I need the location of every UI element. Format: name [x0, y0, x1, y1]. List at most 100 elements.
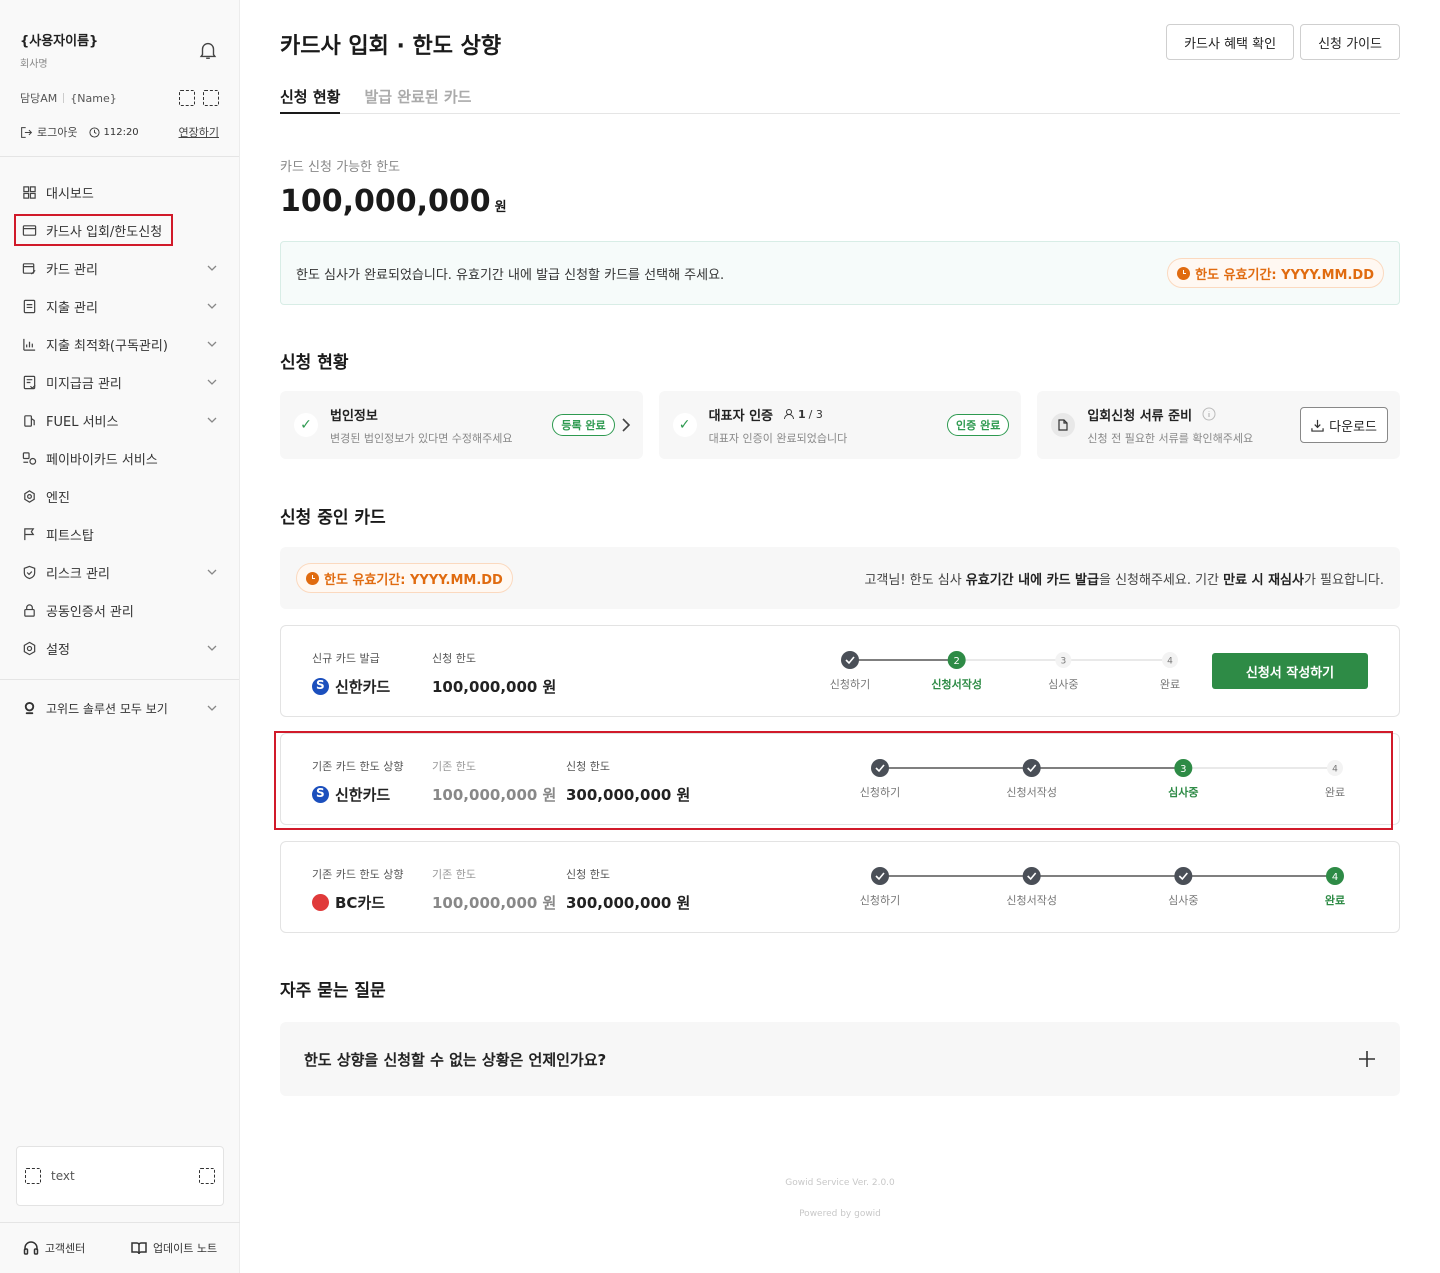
card-edit-icon — [22, 262, 36, 275]
text-widget[interactable]: text — [16, 1146, 224, 1206]
pay-icon — [22, 451, 37, 465]
card-icon — [22, 224, 37, 236]
sidebar-item-3[interactable]: 지출 관리 — [16, 287, 223, 325]
chevron-down-icon — [207, 303, 217, 309]
step-marker: 4 — [1162, 652, 1178, 668]
documents-card: 입회신청 서류 준비 신청 전 필요한 서류를 확인해주세요 다운로드 — [1037, 391, 1401, 459]
sidebar-item-1[interactable]: 카드사 입회/한도신청 — [14, 214, 173, 246]
sidebar-item-0[interactable]: 대시보드 — [16, 173, 223, 211]
sidebar-item-label: 대시보드 — [46, 186, 94, 202]
sidebar-item-6[interactable]: FUEL 서비스 — [16, 401, 223, 439]
bc-logo — [312, 894, 329, 911]
step-label: 신청하기 — [829, 678, 871, 691]
pending-card-new-shinhan: 신규 카드 발급 신한카드 신청 한도 100,000,000 원 234신청하… — [280, 625, 1400, 717]
solutions-menu[interactable]: 고위드 솔루션 모두 보기 — [16, 694, 223, 722]
chevron-down-icon — [207, 569, 217, 575]
expiry-badge: 한도 유효기간: YYYY.MM.DD — [296, 563, 513, 593]
sidebar-nav: 대시보드카드사 입회/한도신청카드 관리지출 관리지출 최적화(구독관리) 미지급… — [0, 157, 239, 667]
logout-link[interactable]: 로그아웃 — [37, 124, 77, 140]
step-marker: 3 — [1055, 652, 1072, 668]
logout-icon[interactable] — [20, 126, 33, 139]
user-panel: {사용자이름} 회사명 담당AM {Name} 로그아웃 112:20 연장하기 — [0, 0, 239, 140]
gear-icon — [23, 641, 36, 655]
sidebar-item-10[interactable]: 리스크 관리 — [16, 553, 223, 591]
step-marker: 4 — [1326, 867, 1344, 885]
corporate-info-card[interactable]: ✓ 법인정보 변경된 법인정보가 있다면 수정해주세요 등록 완료 — [280, 391, 643, 459]
write-application-button[interactable]: 신청서 작성하기 — [1212, 653, 1368, 689]
representative-auth-card[interactable]: ✓ 대표자 인증 1/ 3 대표자 인증이 완료되었습니다 인증 완료 — [658, 391, 1022, 459]
info-icon[interactable] — [1202, 407, 1216, 421]
sidebar-item-label: 미지급금 관리 — [46, 376, 122, 392]
fuel-icon — [24, 414, 35, 427]
sidebar-item-label: 카드 관리 — [46, 262, 98, 278]
svg-text:3: 3 — [1060, 657, 1066, 667]
bell-icon[interactable] — [197, 39, 219, 61]
tab-application-status[interactable]: 신청 현황 — [280, 86, 341, 114]
step-label: 심사중 — [1168, 894, 1199, 907]
faq-item[interactable]: 한도 상향을 신청할 수 없는 상황은 언제인가요? — [280, 1022, 1400, 1096]
chevron-down-icon — [207, 417, 217, 423]
step-track: 2 3 4 — [841, 651, 1178, 669]
download-button[interactable]: 다운로드 — [1300, 407, 1389, 443]
auth-count: 1/ 3 — [783, 408, 823, 421]
sidebar-item-label: 엔진 — [46, 490, 70, 506]
download-icon — [1311, 419, 1324, 432]
highlight-box — [274, 731, 1393, 830]
card-benefit-button[interactable]: 카드사 혜택 확인 — [1166, 24, 1295, 60]
svg-text:4: 4 — [1332, 872, 1338, 883]
sidebar-item-label: 공동인증서 관리 — [46, 604, 134, 620]
sidebar-item-12[interactable]: 설정 — [16, 629, 223, 667]
receipt-icon — [23, 299, 36, 313]
limit-label: 카드 신청 가능한 한도 — [280, 160, 401, 175]
tab-issued-cards[interactable]: 발급 완료된 카드 — [364, 86, 471, 114]
step-marker — [871, 867, 889, 885]
placeholder-icon — [199, 1168, 215, 1184]
placeholder-icon[interactable] — [203, 90, 219, 106]
sidebar-item-9[interactable]: 피트스탑 — [16, 515, 223, 553]
placeholder-icon — [25, 1168, 41, 1184]
sidebar-item-label: 지출 최적화(구독관리) — [46, 338, 168, 354]
sidebar-item-7[interactable]: 페이바이카드 서비스 — [16, 439, 223, 477]
am-label: 담당AM — [20, 92, 58, 105]
lock-icon — [24, 603, 35, 617]
clock-icon — [1177, 266, 1191, 280]
sidebar-item-label: 페이바이카드 서비스 — [46, 452, 158, 468]
svg-text:2: 2 — [953, 656, 959, 667]
page-title: 카드사 입회 · 한도 상향 — [280, 34, 502, 59]
check-icon: ✓ — [672, 413, 697, 437]
location-icon — [24, 701, 35, 714]
pending-notice: 한도 유효기간: YYYY.MM.DD 고객님! 한도 심사 유효기간 내에 카… — [280, 547, 1400, 609]
placeholder-icon[interactable] — [179, 90, 195, 106]
pending-card-upgrade-bc: 기존 카드 한도 상향 BC카드 기존 한도 100,000,000 원 신청 … — [280, 841, 1400, 933]
chevron-down-icon — [207, 379, 217, 385]
customer-center-link[interactable]: 고객센터 — [23, 1240, 85, 1256]
pending-notice-text: 고객님! 한도 심사 유효기간 내에 카드 발급을 신청해주세요. 기간 만료 … — [864, 572, 1384, 588]
user-icon — [784, 409, 794, 420]
extend-session-link[interactable]: 연장하기 — [179, 124, 219, 140]
grid-icon — [23, 185, 36, 199]
sidebar-item-5[interactable]: 미지급금 관리 — [16, 363, 223, 401]
step-marker — [1174, 867, 1193, 885]
sidebar-item-4[interactable]: 지출 최적화(구독관리) — [16, 325, 223, 363]
check-icon: ✓ — [294, 413, 318, 437]
update-notes-link[interactable]: 업데이트 노트 — [131, 1240, 217, 1256]
sidebar: {사용자이름} 회사명 담당AM {Name} 로그아웃 112:20 연장하기… — [0, 0, 240, 1273]
step-label: 심사중 — [1048, 678, 1079, 691]
step-label: 신청서작성 — [931, 678, 982, 691]
notice-text: 한도 심사가 완료되었습니다. 유효기간 내에 발급 신청할 카드를 선택해 주… — [296, 267, 725, 283]
chevron-right-icon[interactable] — [621, 417, 631, 433]
step-marker: 2 — [947, 651, 966, 669]
sidebar-item-11[interactable]: 공동인증서 관리 — [16, 591, 223, 629]
user-name: {사용자이름} — [20, 34, 99, 49]
sidebar-item-8[interactable]: 엔진 — [16, 477, 223, 515]
limit-amount: 100,000,000 원 — [280, 184, 507, 219]
status-badge: 인증 완료 — [947, 414, 1010, 436]
sidebar-item-label: 리스크 관리 — [46, 566, 110, 582]
sidebar-item-label: 카드사 입회/한도신청 — [46, 224, 163, 240]
plus-icon[interactable] — [1358, 1050, 1376, 1068]
sidebar-item-2[interactable]: 카드 관리 — [16, 249, 223, 287]
application-guide-button[interactable]: 신청 가이드 — [1300, 24, 1400, 60]
headset-icon — [23, 1241, 39, 1255]
shield-icon — [23, 565, 36, 579]
company-name: 회사명 — [20, 59, 48, 70]
